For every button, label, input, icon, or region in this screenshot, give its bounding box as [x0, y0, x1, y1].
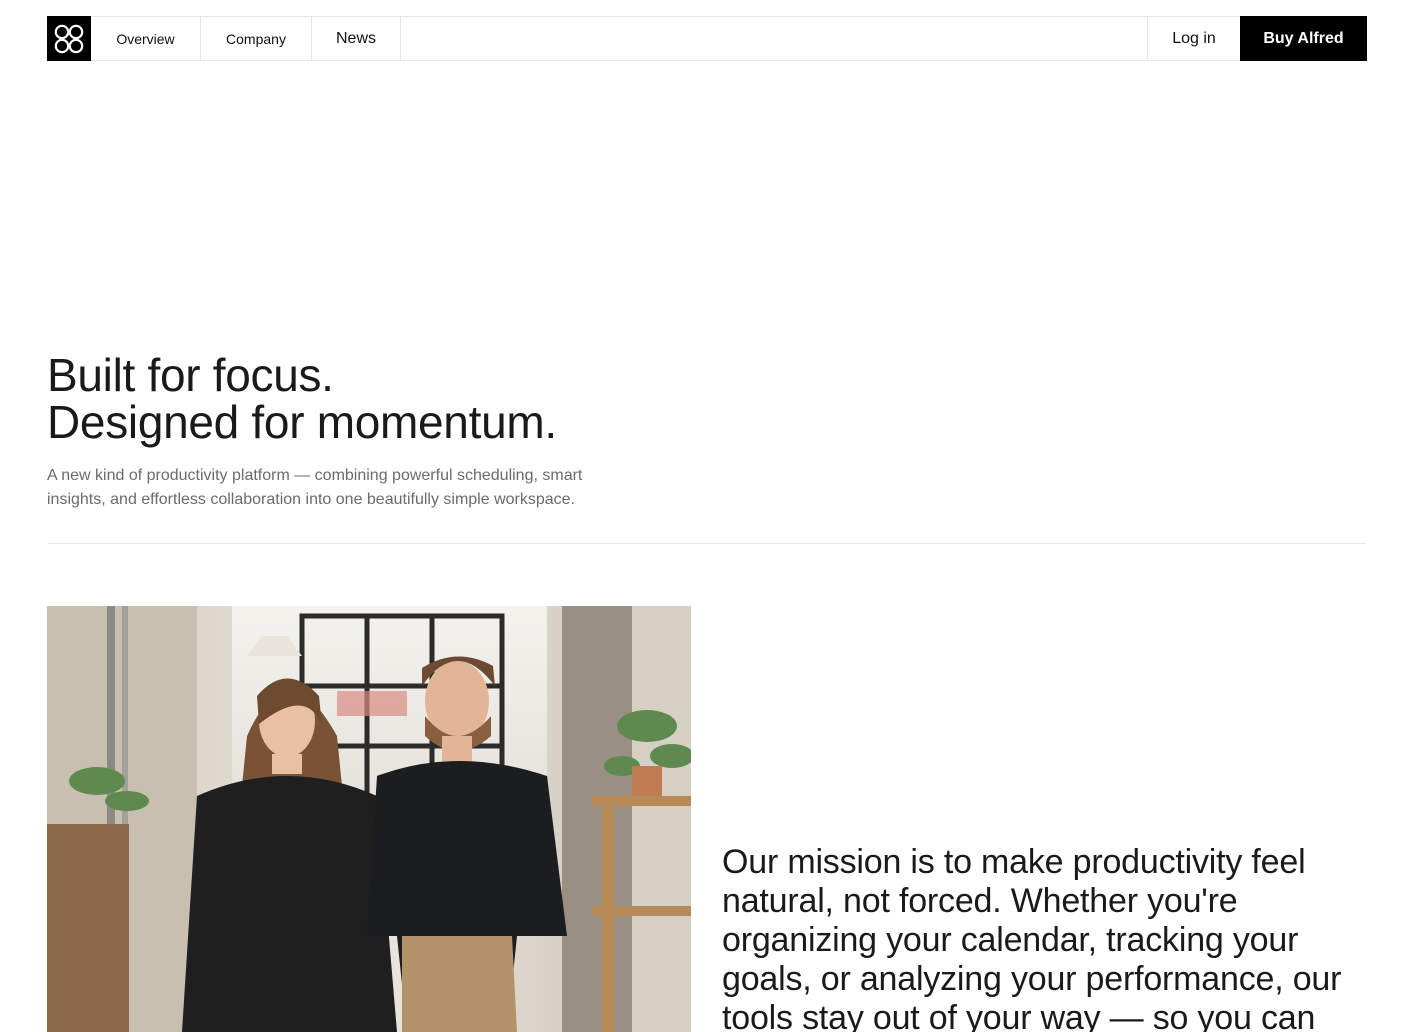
buy-alfred-button[interactable]: Buy Alfred: [1240, 16, 1367, 61]
four-circles-logo-icon: [54, 24, 84, 53]
nav-link-company[interactable]: Company: [201, 17, 312, 60]
hero-title-line-1: Built for focus.: [47, 349, 334, 401]
team-photo-illustration: [47, 606, 691, 1032]
hero-title: Built for focus. Designed for momentum.: [47, 352, 557, 446]
page: Overview Company News Log in Buy Alfred …: [0, 0, 1413, 1032]
mission-statement: Our mission is to make productivity feel…: [722, 843, 1342, 1032]
nav-spacer: [401, 17, 1148, 60]
login-button[interactable]: Log in: [1148, 17, 1240, 60]
hero-subtitle: A new kind of productivity platform — co…: [47, 467, 583, 508]
top-navigation: Overview Company News Log in Buy Alfred: [47, 16, 1367, 61]
hero-title-line-2: Designed for momentum.: [47, 396, 557, 448]
nav-link-overview[interactable]: Overview: [91, 17, 201, 60]
nav-link-news[interactable]: News: [312, 17, 401, 60]
team-photo: [47, 606, 691, 1032]
section-divider: [48, 543, 1366, 544]
logo[interactable]: [47, 16, 91, 61]
